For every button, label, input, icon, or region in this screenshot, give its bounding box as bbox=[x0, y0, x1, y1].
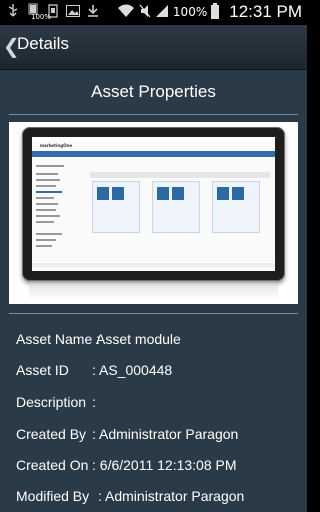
details-content: Asset Properties marketingOne Asset Name… bbox=[0, 70, 307, 512]
divider bbox=[9, 114, 298, 115]
status-bar: 100% 100% 12:31 PM bbox=[0, 0, 307, 25]
tablet-frame: marketingOne bbox=[22, 127, 285, 281]
wifi-icon bbox=[117, 4, 135, 21]
property-label: Asset Name : bbox=[16, 331, 101, 347]
clock: 12:31 PM bbox=[229, 2, 302, 21]
signal-icon bbox=[155, 4, 169, 21]
asset-preview-image: marketingOne bbox=[9, 122, 298, 304]
screen-card bbox=[212, 181, 260, 233]
screen-footer bbox=[32, 263, 275, 267]
screen-sidebar bbox=[36, 161, 76, 261]
image-icon bbox=[66, 3, 80, 19]
tablet-reflection bbox=[29, 283, 278, 301]
property-value: : Administrator Paragon bbox=[92, 426, 239, 442]
property-value: : bbox=[92, 394, 96, 410]
property-label: Created By bbox=[16, 426, 87, 442]
property-value: : 6/6/2011 12:13:08 PM bbox=[92, 457, 237, 473]
action-bar: ❮ Details bbox=[0, 25, 307, 70]
page-title[interactable]: Details bbox=[17, 34, 69, 54]
battery-percent: 100% bbox=[172, 5, 208, 19]
notification-icons bbox=[6, 3, 100, 19]
usb-icon bbox=[6, 3, 20, 19]
property-value: Asset module bbox=[96, 331, 181, 347]
battery-small-percent: 100% bbox=[31, 13, 52, 21]
property-label: Asset ID bbox=[16, 362, 69, 378]
property-label: Created On bbox=[16, 457, 89, 473]
property-value: : Administrator Paragon bbox=[98, 488, 245, 504]
tablet-screen: marketingOne bbox=[32, 137, 275, 271]
section-heading: Asset Properties bbox=[91, 82, 216, 101]
property-label: Description bbox=[16, 394, 87, 410]
screen-toolbar bbox=[90, 172, 270, 178]
screen-card bbox=[152, 181, 200, 233]
divider bbox=[9, 313, 298, 314]
screen-nav bbox=[32, 151, 275, 157]
system-icons: 100% 12:31 PM bbox=[117, 2, 302, 22]
battery-icon bbox=[211, 2, 220, 22]
download-icon bbox=[86, 3, 100, 19]
mute-icon bbox=[139, 4, 151, 21]
property-label: Modified By bbox=[16, 488, 90, 504]
property-value: : AS_000448 bbox=[92, 362, 173, 378]
screen-card bbox=[92, 181, 140, 233]
screen-logo: marketingOne bbox=[40, 143, 73, 148]
